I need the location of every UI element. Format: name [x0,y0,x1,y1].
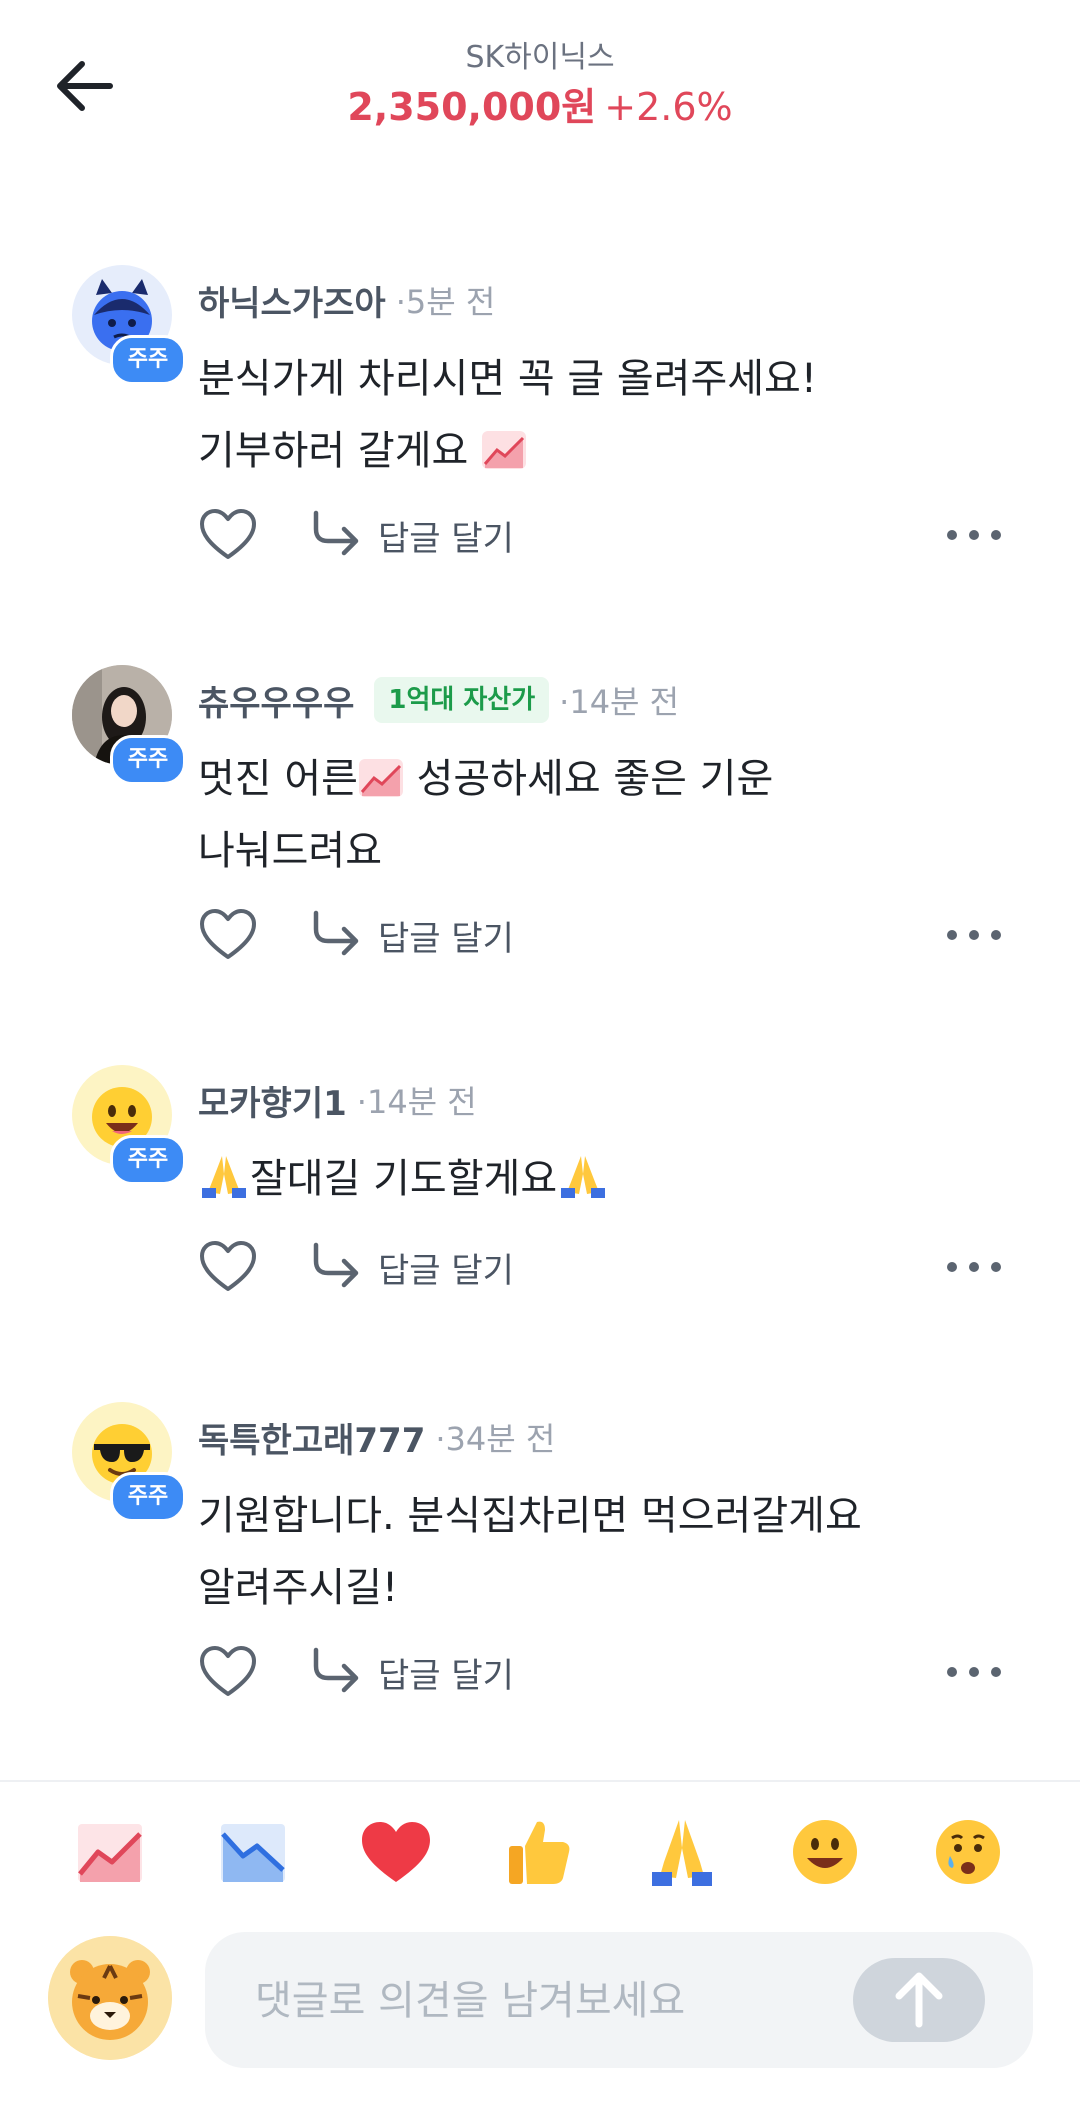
comment-input[interactable] [253,1932,817,2070]
comment-line: 나눠드려요 [198,828,382,874]
comment-time: ·14분 전 [356,1083,477,1121]
heart-icon[interactable] [356,1812,436,1892]
reply-arrow-icon [313,1242,359,1288]
send-button[interactable] [853,1958,985,2042]
praying-hands-icon [561,1156,606,1198]
shareholder-badge: 주주 [110,335,186,385]
thumbs-up-icon[interactable] [499,1812,579,1892]
reply-button[interactable]: 답글 달기 [308,905,514,965]
more-options-icon[interactable] [944,923,1004,947]
comment-time: ·5분 전 [395,283,496,321]
comment-actions: 답글 달기 [198,505,1018,565]
reply-label: 답글 달기 [378,1655,514,1696]
reply-button[interactable]: 답글 달기 [308,1237,514,1297]
stock-name: SK하이닉스 [465,40,615,75]
comment-actions: 답글 달기 [198,1237,1018,1297]
comment-line: 기원합니다. 분식집차리면 먹으러갈게요 [198,1493,862,1539]
reply-arrow-icon [313,1647,359,1693]
chart-up-icon[interactable] [70,1812,150,1892]
reaction-bar [0,1812,1080,1892]
comment-line: 잘대길 기도할게요 [250,1156,558,1202]
stock-price: 2,350,000원 [347,85,597,129]
heart-icon[interactable] [198,505,258,565]
author-name[interactable]: 츄우우우우 [198,676,354,725]
comment-item: 주주 독특한고래777 ·34분 전 기원합니다. 분식집차리면 먹으러갈게요 … [0,1402,1080,1722]
more-options-icon[interactable] [944,523,1004,547]
comment-line-with-icon: 잘대길 기도할게요 [198,1143,998,1215]
comment-time-value: 14분 전 [569,683,680,721]
comment-line: 기부하러 갈게요 [198,428,469,474]
comment-line-with-icon: 멋진 어른 성공하세요 좋은 기운 [198,743,998,815]
shareholder-badge: 주주 [110,735,186,785]
chart-up-emoji-icon [482,431,527,469]
shareholder-badge: 주주 [110,1472,186,1522]
heart-icon[interactable] [198,905,258,965]
comment-input-box [205,1932,1033,2070]
reply-label: 답글 달기 [378,518,514,559]
comment-text: 멋진 어른 성공하세요 좋은 기운 나눠드려요 [198,743,998,887]
comment-meta: 츄우우우우 1억대 자산가 ·14분 전 [198,675,679,725]
asset-level-badge: 1억대 자산가 [374,677,550,723]
comment-text: 기원합니다. 분식집차리면 먹으러갈게요 알려주시길! [198,1480,998,1624]
avatar-group: 주주 [72,1402,186,1522]
comment-time: ·14분 전 [559,683,680,721]
heart-icon[interactable] [198,1642,258,1702]
more-options-icon[interactable] [944,1660,1004,1684]
comment-time-value: 34분 전 [445,1420,556,1458]
reply-arrow-icon [313,910,359,956]
comment-text: 분식가게 차리시면 꼭 글 올려주세요! 기부하러 갈게요 [198,343,998,487]
reply-label: 답글 달기 [378,1250,514,1291]
crying-icon[interactable] [928,1812,1008,1892]
author-name[interactable]: 독특한고래777 [198,1413,425,1462]
more-options-icon[interactable] [944,1255,1004,1279]
chart-up-emoji-icon [358,759,403,797]
header: SK하이닉스 2,350,000원 +2.6% [0,0,1080,170]
tiger-face-icon [48,1936,172,2060]
comment-item: 주주 하닉스가즈아 ·5분 전 분식가게 차리시면 꼭 글 올려주세요! 기부하… [0,265,1080,585]
comment-line: 알려주시길! [198,1565,399,1611]
heart-icon[interactable] [198,1237,258,1297]
comment-item: 주주 츄우우우우 1억대 자산가 ·14분 전 멋진 어른 성공하세요 좋은 기… [0,665,1080,985]
comment-time-value: 14분 전 [366,1083,477,1121]
praying-hands-icon [202,1156,246,1198]
comment-meta: 모카향기1 ·14분 전 [198,1075,477,1125]
comment-text: 잘대길 기도할게요 [198,1143,998,1215]
shareholder-badge: 주주 [110,1135,186,1185]
comment-actions: 답글 달기 [198,1642,1018,1702]
divider [0,1780,1080,1782]
reply-arrow-icon [313,510,359,556]
pray-icon[interactable] [642,1812,722,1892]
reply-label: 답글 달기 [378,918,514,959]
reply-button[interactable]: 답글 달기 [308,505,514,565]
avatar-group: 주주 [72,1065,186,1185]
comment-line: 분식가게 차리시면 꼭 글 올려주세요! [198,356,817,402]
smile-icon[interactable] [785,1812,865,1892]
comment-meta: 독특한고래777 ·34분 전 [198,1412,555,1462]
my-avatar[interactable] [48,1936,172,2060]
reply-button[interactable]: 답글 달기 [308,1642,514,1702]
avatar-group: 주주 [72,265,186,385]
comment-composer [0,1920,1080,2070]
stock-price-line: 2,350,000원 +2.6% [0,76,1080,131]
comment-meta: 하닉스가즈아 ·5분 전 [198,275,495,325]
comment-time-value: 5분 전 [405,283,496,321]
comment-item: 주주 모카향기1 ·14분 전 잘대길 기도할게요 답글 달기 [0,1065,1080,1325]
comment-line-with-icon: 기부하러 갈게요 [198,415,998,487]
avatar-group: 주주 [72,665,186,785]
author-name[interactable]: 하닉스가즈아 [198,276,386,325]
chart-down-icon[interactable] [213,1812,293,1892]
arrow-up-icon [895,1972,943,2028]
comment-time: ·34분 전 [435,1420,556,1458]
stock-change: +2.6% [604,85,733,129]
comment-line: 멋진 어른 [198,756,358,802]
comment-actions: 답글 달기 [198,905,1018,965]
author-name[interactable]: 모카향기1 [198,1076,347,1125]
comment-line: 성공하세요 좋은 기운 [403,756,774,802]
